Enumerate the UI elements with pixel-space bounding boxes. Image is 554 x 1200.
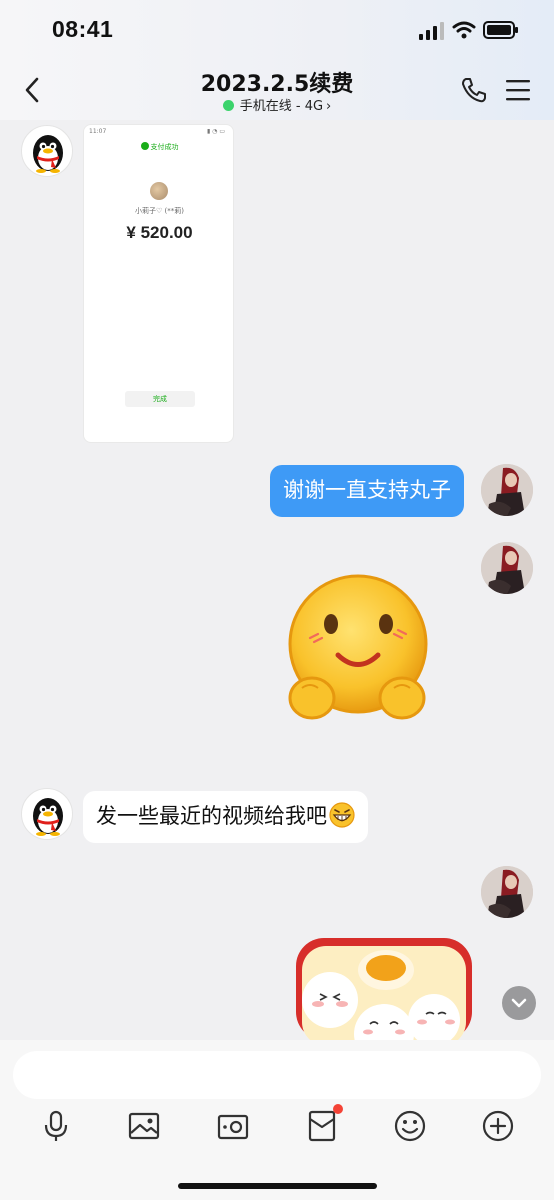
red-packet-icon[interactable]: [305, 1109, 339, 1143]
user-photo-icon: [481, 866, 533, 918]
payee-name: 小莉子♡ (**莉): [135, 207, 184, 215]
message-bubble-received[interactable]: 发一些最近的视频给我吧: [83, 791, 368, 843]
screenshot-status-icons: ▮ ◔ ▭: [206, 128, 225, 135]
camera-icon[interactable]: [216, 1109, 250, 1143]
penguin-icon: [33, 798, 63, 836]
check-circle-icon: [140, 142, 149, 150]
online-status-text: 手机在线 - 4G: [239, 99, 324, 114]
online-dot-icon: [222, 100, 234, 111]
contact-avatar[interactable]: [21, 125, 73, 177]
new-badge-dot: [333, 1104, 343, 1114]
payment-amount: ¥ 520.00: [126, 223, 193, 242]
signal-icon: [419, 22, 444, 40]
chevron-down-icon: [511, 998, 527, 1008]
done-button: 完成: [125, 391, 195, 407]
message-bubble-sent[interactable]: 谢谢一直支持丸子: [270, 465, 464, 517]
penguin-icon: [33, 135, 63, 173]
message-text: 发一些最近的视频给我吧: [96, 804, 327, 828]
payment-success-title: 支付成功: [84, 142, 233, 152]
battery-icon: [483, 21, 518, 39]
phone-icon[interactable]: [460, 76, 488, 104]
status-time: 08:41: [52, 16, 114, 42]
nav-bar: 2023.2.5续费 手机在线 - 4G ›: [0, 60, 554, 120]
top-area: 08:41 2023.2.5续费 手机在线 - 4G ›: [0, 0, 554, 120]
home-indicator[interactable]: [178, 1183, 377, 1189]
payee-avatar: [150, 182, 168, 200]
my-avatar[interactable]: [481, 866, 533, 918]
scroll-to-bottom-button[interactable]: [502, 986, 536, 1020]
status-bar: 08:41: [0, 0, 554, 60]
menu-icon[interactable]: [505, 78, 531, 102]
payment-success-text: 支付成功: [150, 143, 179, 151]
my-avatar[interactable]: [481, 464, 533, 516]
emoji-icon[interactable]: [393, 1109, 427, 1143]
smiling-face-sticker[interactable]: [280, 572, 435, 727]
my-avatar[interactable]: [481, 542, 533, 594]
payment-screenshot-image[interactable]: 11:07 ▮ ◔ ▭ 支付成功 小莉子♡ (**莉) ¥ 520.00 完成: [83, 124, 234, 443]
message-input[interactable]: [13, 1051, 541, 1099]
screenshot-time: 11:07: [89, 128, 107, 135]
plus-icon[interactable]: [481, 1109, 515, 1143]
grinning-face-icon: [329, 802, 355, 828]
user-photo-icon: [481, 464, 533, 516]
contact-avatar[interactable]: [21, 788, 73, 840]
image-icon[interactable]: [127, 1109, 161, 1143]
user-photo-icon: [481, 542, 533, 594]
microphone-icon[interactable]: [39, 1109, 73, 1143]
wifi-icon: [452, 21, 476, 39]
chevron-right-icon: ›: [326, 99, 332, 114]
rice-ball-bowl-sticker[interactable]: [296, 938, 472, 1040]
